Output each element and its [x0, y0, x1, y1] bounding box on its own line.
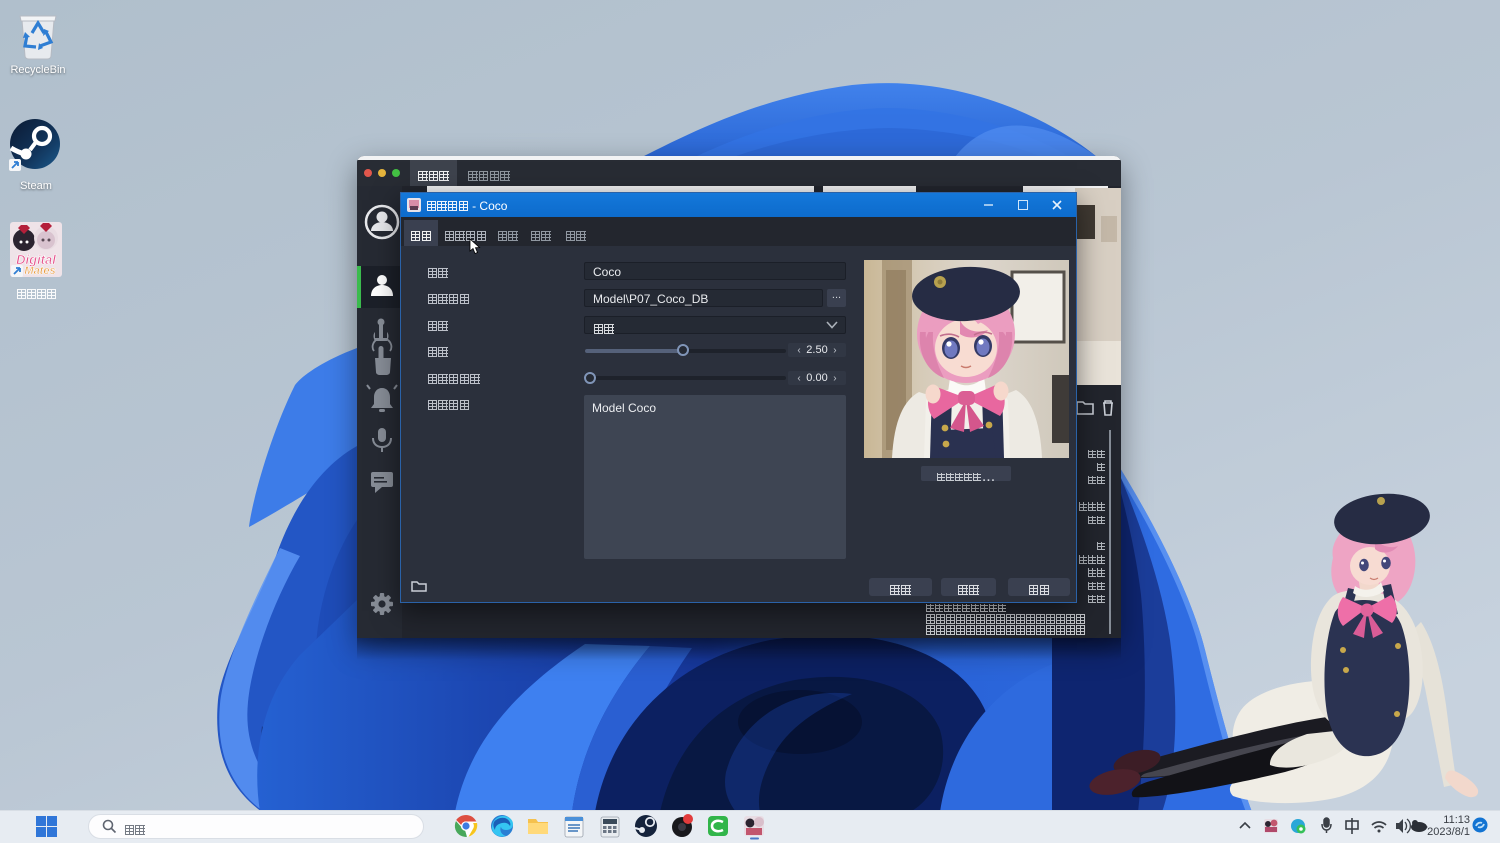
svg-text:Mates: Mates	[24, 265, 55, 277]
